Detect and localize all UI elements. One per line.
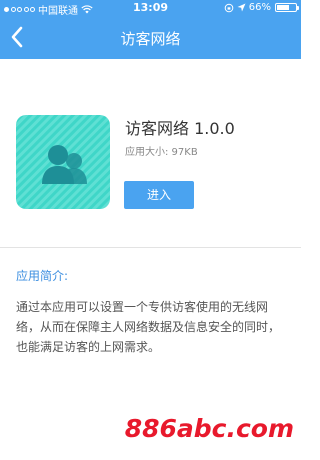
enter-button[interactable]: 进入: [124, 181, 194, 209]
battery-icon: [275, 3, 299, 12]
app-icon: [16, 115, 110, 209]
watermark: 886abc.com: [124, 414, 294, 443]
divider: [0, 247, 301, 248]
description-title: 应用简介:: [16, 269, 69, 283]
location-arrow-icon: [237, 3, 246, 12]
header: 中国联通 13:09 66% 访客网络: [0, 0, 301, 59]
status-right: 66%: [224, 2, 299, 13]
page-title: 访客网络: [120, 30, 181, 48]
battery-percent: 66%: [248, 2, 271, 13]
app-size: 应用大小: 97KB: [125, 147, 198, 158]
app-name: 访客网络 1.0.0: [125, 119, 235, 138]
rotation-lock-icon: [224, 3, 234, 12]
description-text: 通过本应用可以设置一个专供访客使用的无线网络，从而在保障主人网络数据及信息安全的…: [16, 300, 281, 354]
guest-users-icon: [16, 115, 110, 209]
status-bar: 中国联通 13:09 66%: [0, 0, 301, 18]
